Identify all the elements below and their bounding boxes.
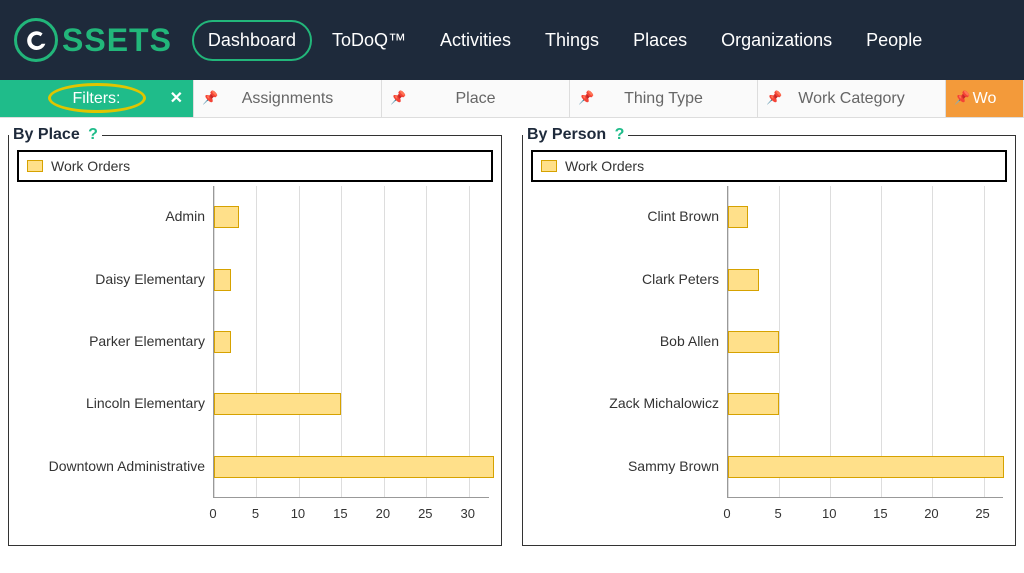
category-label: Bob Allen xyxy=(660,333,719,349)
category-label: Lincoln Elementary xyxy=(86,395,205,411)
legend-label: Work Orders xyxy=(565,158,644,174)
chart-legend[interactable]: Work Orders xyxy=(17,150,493,182)
panel-by-place: By Place ? Work Orders Admin Daisy Elemen… xyxy=(8,126,502,546)
tab-label: Work Category xyxy=(798,90,904,108)
brand-name: SSETS xyxy=(62,22,172,59)
nav-things[interactable]: Things xyxy=(531,22,613,59)
brand-logo[interactable]: SSETS xyxy=(14,18,172,62)
panel-by-person: By Person ? Work Orders Clint Brown Clark… xyxy=(522,126,1016,546)
category-label: Zack Michalowicz xyxy=(609,395,719,411)
category-label: Clint Brown xyxy=(647,208,719,224)
highlight-ring-icon xyxy=(48,83,146,113)
filters-tab[interactable]: Filters: ✕ xyxy=(0,80,194,118)
bar[interactable] xyxy=(728,393,779,415)
pin-icon: 📌 xyxy=(202,90,218,106)
category-label: Admin xyxy=(165,208,205,224)
pin-icon: 📌 xyxy=(578,90,594,106)
tab-place[interactable]: 📌 Place xyxy=(382,80,570,118)
axis-tick: 10 xyxy=(822,506,836,521)
tab-label: Thing Type xyxy=(624,90,703,108)
panel-title-text: By Place xyxy=(13,126,80,143)
axis-tick: 15 xyxy=(333,506,347,521)
tab-label: Place xyxy=(455,90,495,108)
nav-people[interactable]: People xyxy=(852,22,936,59)
axis-tick: 5 xyxy=(252,506,259,521)
tab-assignments[interactable]: 📌 Assignments xyxy=(194,80,382,118)
plot-area xyxy=(213,186,489,498)
category-label: Sammy Brown xyxy=(628,458,719,474)
nav-todoq[interactable]: ToDoQ™ xyxy=(318,22,420,59)
category-label: Downtown Administrative xyxy=(49,458,205,474)
chart-by-person: Clint Brown Clark Peters Bob Allen Zack Mic… xyxy=(535,186,1003,526)
tab-work-category[interactable]: 📌 Work Category xyxy=(758,80,946,118)
top-nav: SSETS Dashboard ToDoQ™ Activities Things… xyxy=(0,0,1024,80)
legend-swatch-icon xyxy=(541,160,557,172)
category-label: Clark Peters xyxy=(642,271,719,287)
pin-icon: 📌 xyxy=(954,90,970,106)
tab-label: Assignments xyxy=(242,90,334,108)
close-icon[interactable]: ✕ xyxy=(170,88,183,108)
axis-tick: 25 xyxy=(418,506,432,521)
nav-activities[interactable]: Activities xyxy=(426,22,525,59)
category-label: Daisy Elementary xyxy=(95,271,205,287)
axis-tick: 20 xyxy=(376,506,390,521)
logo-icon xyxy=(14,18,58,62)
axis-tick: 25 xyxy=(975,506,989,521)
axis-tick: 20 xyxy=(924,506,938,521)
chart-by-place: Admin Daisy Elementary Parker Elementary Li… xyxy=(21,186,489,526)
legend-label: Work Orders xyxy=(51,158,130,174)
nav-dashboard[interactable]: Dashboard xyxy=(192,20,312,61)
pin-icon: 📌 xyxy=(766,90,782,106)
bar[interactable] xyxy=(214,331,231,353)
help-icon[interactable]: ? xyxy=(88,126,98,143)
pin-icon: 📌 xyxy=(390,90,406,106)
dashboard-panels: By Place ? Work Orders Admin Daisy Elemen… xyxy=(0,118,1024,554)
bar[interactable] xyxy=(728,456,1004,478)
tab-work[interactable]: 📌 Wo xyxy=(946,80,1024,118)
axis-tick: 10 xyxy=(291,506,305,521)
axis-tick: 5 xyxy=(774,506,781,521)
axis-tick: 0 xyxy=(209,506,216,521)
tab-thing-type[interactable]: 📌 Thing Type xyxy=(570,80,758,118)
bar[interactable] xyxy=(214,393,341,415)
panel-title: By Person ? xyxy=(523,126,628,144)
tab-label: Wo xyxy=(973,90,997,108)
bar[interactable] xyxy=(214,269,231,291)
panel-title-text: By Person xyxy=(527,126,606,143)
axis-tick: 15 xyxy=(873,506,887,521)
help-icon[interactable]: ? xyxy=(615,126,625,143)
panel-title: By Place ? xyxy=(9,126,102,144)
bar[interactable] xyxy=(214,456,494,478)
filter-tabs: Filters: ✕ 📌 Assignments 📌 Place 📌 Thing… xyxy=(0,80,1024,118)
legend-swatch-icon xyxy=(27,160,43,172)
plot-area xyxy=(727,186,1003,498)
axis-tick: 0 xyxy=(723,506,730,521)
axis-tick: 30 xyxy=(461,506,475,521)
nav-organizations[interactable]: Organizations xyxy=(707,22,846,59)
nav-places[interactable]: Places xyxy=(619,22,701,59)
bar[interactable] xyxy=(728,331,779,353)
bar[interactable] xyxy=(728,206,748,228)
category-label: Parker Elementary xyxy=(89,333,205,349)
bar[interactable] xyxy=(214,206,239,228)
chart-legend[interactable]: Work Orders xyxy=(531,150,1007,182)
bar[interactable] xyxy=(728,269,759,291)
